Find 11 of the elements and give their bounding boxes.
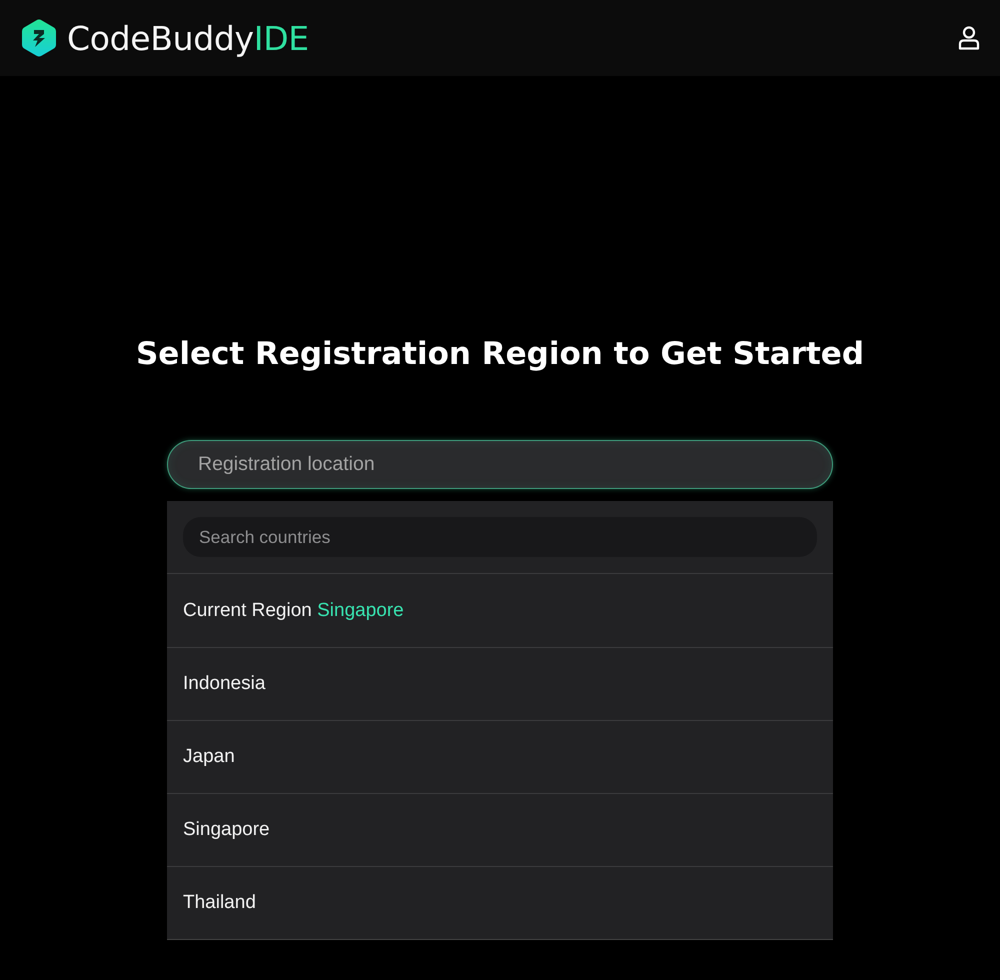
region-item[interactable]: Thailand	[167, 866, 833, 939]
current-region-item[interactable]: Current Region Singapore	[167, 574, 833, 647]
brand-name: CodeBuddyIDE	[67, 22, 309, 54]
user-icon[interactable]	[958, 26, 980, 50]
region-item[interactable]: Japan	[167, 720, 833, 793]
region-item[interactable]: Singapore	[167, 793, 833, 866]
region-item[interactable]: Indonesia	[167, 647, 833, 720]
registration-location-field[interactable]: Registration location	[167, 440, 833, 489]
page-heading: Select Registration Region to Get Started	[136, 335, 864, 373]
hexagon-logo-icon	[22, 19, 56, 57]
search-field[interactable]: Search countries	[183, 517, 817, 557]
